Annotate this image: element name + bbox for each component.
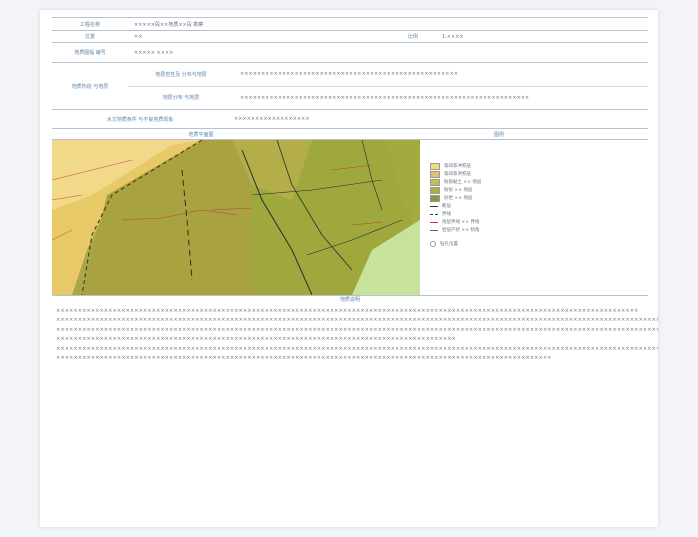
legend-label: 第四系洪积层 <box>444 172 471 177</box>
legend-item: 粉质黏土 ×× 地层 <box>430 178 648 186</box>
legend-item: 岩层产状 ×× 倾角 <box>430 226 648 234</box>
geology-sub2-text: ××××××××××××××××××××××××××××××××××××××××… <box>240 94 530 101</box>
row-sheet-number: 地质图幅 编号 ××××× ×××× <box>52 43 648 63</box>
legend-item: 第四系冲积层 <box>430 162 648 170</box>
map-section: 第四系冲积层 第四系洪积层 粉质黏土 ×× 地层 粉砂 ×× 地层 砂岩 ×× … <box>51 139 648 296</box>
legend-swatch <box>430 205 438 207</box>
legend-swatch <box>430 241 436 247</box>
geology-label: 地质构造 与地层 <box>71 83 109 90</box>
hydro-label: 水文地质条件 与不良地质现象 <box>106 116 174 123</box>
geology-block: 地层岩性及 分布与地层 ××××××××××××××××××××××××××××… <box>128 63 648 109</box>
legend-swatch <box>430 186 440 194</box>
map-legend: 第四系冲积层 第四系洪积层 粉质黏土 ×× 地层 粉砂 ×× 地层 砂岩 ×× … <box>420 140 648 295</box>
paragraph: ××××××××××××××××××××××××××××××××××××××××… <box>56 355 552 362</box>
legend-label: 砂岩 ×× 地层 <box>444 196 473 201</box>
legend-item: 地层界线 ×× 界线 <box>430 218 648 226</box>
legend-item: 砂岩 ×× 地层 <box>430 194 648 202</box>
legend-item: 钻孔位置 <box>430 240 648 248</box>
paragraph: ××××××××××××××××××××××××××××××××××××××××… <box>56 345 658 352</box>
legend-swatch <box>430 213 438 215</box>
geology-sub-row-1: 地层岩性及 分布与地层 ××××××××××××××××××××××××××××… <box>128 63 648 87</box>
sheet-number-label: 地质图幅 编号 <box>74 50 106 56</box>
legend-item: 粉砂 ×× 地层 <box>430 186 648 194</box>
legend-label: 钻孔位置 <box>440 242 458 247</box>
row-location: 位置 ×× 比例 1:×××× <box>52 31 648 43</box>
geological-map-image <box>51 139 420 296</box>
legend-swatch <box>430 170 440 178</box>
legend-item: 第四系洪积层 <box>430 170 648 178</box>
location-label: 位置 <box>84 34 95 40</box>
legend-label: 岩层产状 ×× 倾角 <box>442 228 480 233</box>
map-header-right: 图例 <box>493 131 504 138</box>
row-geology: 地质构造 与地层 地层岩性及 分布与地层 ×××××××××××××××××××… <box>52 63 648 110</box>
legend-label: 地层界线 ×× 界线 <box>442 220 480 225</box>
location-value: ×× <box>134 33 143 40</box>
document-page: 工程名称 ×××××段××地质××段 勘察 位置 ×× 比例 1:×××× 地质… <box>40 10 658 527</box>
sheet-number-value: ××××× ×××× <box>134 49 174 56</box>
paragraph: ××××××××××××××××××××××××××××××××××××××××… <box>56 317 658 324</box>
scale-label: 比例 <box>407 34 418 40</box>
description-body: ××××××××××××××××××××××××××××××××××××××××… <box>52 308 658 362</box>
legend-label: 粉质黏土 ×× 地层 <box>444 180 482 185</box>
legend-swatch <box>430 162 440 170</box>
legend-label: 粉砂 ×× 地层 <box>444 188 473 193</box>
hydro-value: ×××××××××××××××××× <box>234 116 310 122</box>
legend-swatch <box>430 178 440 186</box>
geology-sub2-label: 地层分布 与地层 <box>162 95 200 102</box>
legend-swatch <box>430 229 438 231</box>
map-header-left: 地质平面图 <box>188 131 214 138</box>
legend-item: 界线 <box>430 210 648 218</box>
paragraph: ××××××××××××××××××××××××××××××××××××××××… <box>56 308 639 314</box>
scale-value: 1:×××× <box>442 33 464 40</box>
geology-sub1-label: 地层岩性及 分布与地层 <box>155 71 207 78</box>
legend-swatch <box>430 194 440 202</box>
row-project: 工程名称 ×××××段××地质××段 勘察 <box>52 17 648 31</box>
legend-label: 断层 <box>442 204 451 209</box>
paragraph: ××××××××××××××××××××××××××××××××××××××××… <box>56 336 456 343</box>
legend-swatch <box>430 221 438 223</box>
legend-label: 第四系冲积层 <box>444 164 471 169</box>
legend-item: 断层 <box>430 202 648 210</box>
project-value: ×××××段××地质××段 勘察 <box>134 21 204 28</box>
geology-sub-row-2: 地层分布 与地层 ×××××××××××××××××××××××××××××××… <box>128 87 648 110</box>
survey-sheet: 工程名称 ×××××段××地质××段 勘察 位置 ×× 比例 1:×××× 地质… <box>51 17 658 362</box>
geology-sub1-text: ××××××××××××××××××××××××××××××××××××××××… <box>240 71 458 78</box>
map-header: 地质平面图 图例 <box>52 129 648 140</box>
map-caption: 地质说明 <box>52 295 648 305</box>
legend-label: 界线 <box>442 212 451 217</box>
geological-map <box>51 139 420 296</box>
project-label: 工程名称 <box>79 21 100 28</box>
paragraph: ××××××××××××××××××××××××××××××××××××××××… <box>56 326 658 333</box>
row-hydro: 水文地质条件 与不良地质现象 ×××××××××××××××××× <box>52 110 648 129</box>
